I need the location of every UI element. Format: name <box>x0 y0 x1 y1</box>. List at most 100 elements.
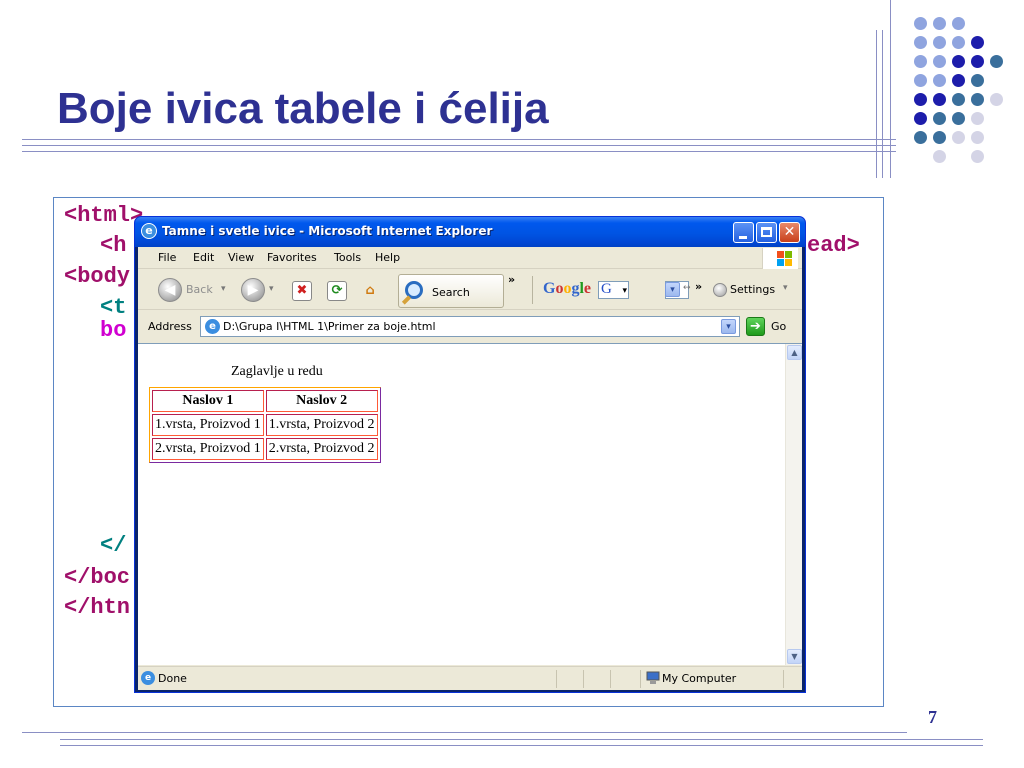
settings-label[interactable]: Settings <box>730 283 775 296</box>
decor-dot <box>971 131 984 144</box>
menu-help[interactable]: Help <box>375 251 400 264</box>
search-button[interactable]: Search <box>398 274 504 308</box>
decor-dot <box>933 55 946 68</box>
back-label[interactable]: Back <box>186 283 213 296</box>
decor-dot <box>952 36 965 49</box>
back-dropdown-icon[interactable]: ▾ <box>221 284 226 294</box>
menu-view[interactable]: View <box>228 251 254 264</box>
code-line: ead> <box>807 233 860 258</box>
search-icon-handle <box>401 295 412 305</box>
forward-arrow-icon[interactable]: ▶ <box>241 278 265 302</box>
corner-vline-2 <box>882 30 883 178</box>
status-pane-divider <box>610 670 611 688</box>
page-icon: e <box>205 319 220 334</box>
close-button[interactable]: ✕ <box>779 222 800 243</box>
address-bar: Address e D:\Grupa I\HTML 1\Primer za bo… <box>138 311 802 341</box>
home-icon[interactable]: ⌂ <box>360 281 380 301</box>
address-input[interactable]: e D:\Grupa I\HTML 1\Primer za boje.html … <box>200 316 740 337</box>
window-title: Tamne i svetle ivice - Microsoft Interne… <box>162 224 493 238</box>
table-header-cell: Naslov 2 <box>265 390 378 412</box>
google-search-combo[interactable]: G ▾ <box>598 281 629 299</box>
code-line: <h <box>100 233 127 258</box>
flag-quadrant <box>777 259 784 266</box>
maximize-icon <box>761 227 772 237</box>
code-line: <body <box>64 264 131 289</box>
vertical-scrollbar[interactable]: ▲ ▼ <box>785 344 802 665</box>
decor-dot <box>952 131 965 144</box>
title-underline-3 <box>22 151 896 152</box>
decor-dot <box>933 74 946 87</box>
decor-dot <box>914 93 927 106</box>
refresh-icon[interactable]: ⟳ <box>327 281 347 301</box>
menu-file[interactable]: File <box>158 251 176 264</box>
search-label: Search <box>432 286 470 299</box>
decor-dot <box>914 17 927 30</box>
decor-dot <box>933 131 946 144</box>
toolbar-overflow-chevron[interactable]: » <box>508 273 515 286</box>
google-toolbar-chevron[interactable]: » <box>695 280 702 293</box>
code-line: </ <box>100 533 127 558</box>
decor-dot <box>914 112 927 125</box>
decor-dot <box>952 112 965 125</box>
scroll-up-button[interactable]: ▲ <box>787 345 802 360</box>
decor-dot <box>990 93 1003 106</box>
flag-quadrant <box>777 251 784 258</box>
decor-dot <box>914 74 927 87</box>
title-underline <box>22 139 896 140</box>
minimize-button[interactable] <box>733 222 754 243</box>
decor-dot <box>933 36 946 49</box>
page-viewport: Zaglavlje u redu Naslov 1 Naslov 2 1.vrs… <box>138 343 802 665</box>
decor-dot <box>952 93 965 106</box>
google-dropdown-button[interactable]: ▾ <box>665 282 680 297</box>
address-dropdown-button[interactable]: ▾ <box>721 319 736 334</box>
corner-vline-3 <box>890 0 891 178</box>
back-arrow-icon[interactable]: ◀ <box>158 278 182 302</box>
footer-line-3 <box>60 745 983 746</box>
window-titlebar[interactable]: e Tamne i svetle ivice - Microsoft Inter… <box>135 217 805 247</box>
windows-flag-icon <box>762 248 798 269</box>
decor-dot <box>952 17 965 30</box>
google-resize-icon[interactable]: ↔ <box>683 283 691 293</box>
status-pane-divider <box>640 670 641 688</box>
table-header-cell: Naslov 1 <box>152 390 264 412</box>
scroll-down-button[interactable]: ▼ <box>787 649 802 664</box>
menu-favorites[interactable]: Favorites <box>267 251 317 264</box>
status-bar: e Done My Computer <box>138 666 802 690</box>
menu-edit[interactable]: Edit <box>193 251 214 264</box>
decor-dot <box>914 36 927 49</box>
address-value: D:\Grupa I\HTML 1\Primer za boje.html <box>223 320 436 333</box>
slide-title: Boje ivica tabele i ćelija <box>57 84 549 133</box>
decor-dot <box>933 17 946 30</box>
code-line: <t <box>100 295 127 320</box>
decor-dot <box>971 93 984 106</box>
menu-tools[interactable]: Tools <box>334 251 361 264</box>
code-line: </htn <box>64 595 131 620</box>
status-text: Done <box>158 672 187 685</box>
minimize-icon <box>739 236 747 239</box>
title-underline-2 <box>22 145 896 146</box>
security-zone-label: My Computer <box>662 672 737 685</box>
settings-icon[interactable] <box>713 283 727 297</box>
chevron-down-icon: ▾ <box>622 285 627 295</box>
status-pane-divider <box>556 670 557 688</box>
decor-dot <box>933 112 946 125</box>
decor-dot <box>952 55 965 68</box>
page-done-icon: e <box>141 671 155 685</box>
settings-dropdown-icon[interactable]: ▾ <box>783 283 788 293</box>
flag-quadrant <box>785 251 792 258</box>
decor-dot <box>990 55 1003 68</box>
decor-dot <box>952 74 965 87</box>
page-number: 7 <box>928 707 937 727</box>
table-cell: 1.vrsta, Proizvod 2 <box>265 414 378 436</box>
table-row: 1.vrsta, Proizvod 1 1.vrsta, Proizvod 2 <box>152 414 378 436</box>
bordered-table: Naslov 1 Naslov 2 1.vrsta, Proizvod 1 1.… <box>149 387 381 463</box>
go-arrow-icon[interactable]: ➔ <box>746 317 765 336</box>
footer-line-2 <box>60 739 983 740</box>
decor-dot <box>914 131 927 144</box>
maximize-button[interactable] <box>756 222 777 243</box>
flag-quadrant <box>785 259 792 266</box>
my-computer-icon <box>646 671 660 684</box>
stop-icon[interactable]: ✖ <box>292 281 312 301</box>
forward-dropdown-icon[interactable]: ▾ <box>269 284 274 294</box>
go-button[interactable]: Go <box>771 320 786 333</box>
